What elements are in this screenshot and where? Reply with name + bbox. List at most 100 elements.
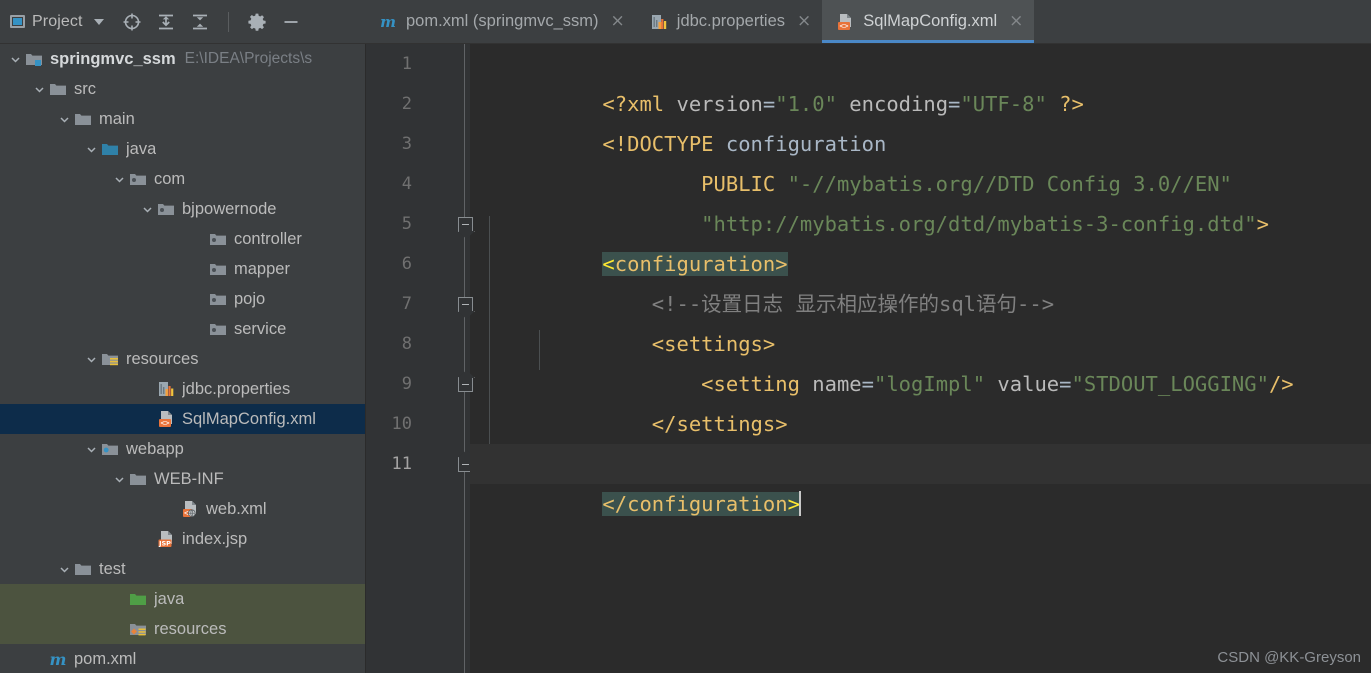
tree-row-label: WEB-INF xyxy=(154,469,224,488)
code-line-5[interactable]: <configuration> xyxy=(470,204,1371,276)
folder-icon xyxy=(128,469,148,489)
tree-row-webapp[interactable]: webapp xyxy=(0,434,365,464)
close-icon[interactable]: × xyxy=(797,13,811,30)
tree-row-label: java xyxy=(126,139,157,158)
tree-row-label: SqlMapConfig.xml xyxy=(182,409,316,428)
tree-row-pom-xml[interactable]: m pom.xml xyxy=(0,644,365,673)
tree-row-label: pojo xyxy=(234,289,266,308)
intention-bulb-icon[interactable] xyxy=(492,412,656,478)
folder-icon xyxy=(48,79,68,99)
chevron-down-icon[interactable] xyxy=(55,563,73,576)
folder-icon xyxy=(73,559,93,579)
chevron-down-icon[interactable] xyxy=(82,443,100,456)
minimize-icon[interactable] xyxy=(281,12,301,32)
tree-row-label: com xyxy=(154,169,186,188)
close-icon[interactable]: × xyxy=(1009,13,1023,30)
chevron-down-icon[interactable] xyxy=(138,203,156,216)
svg-text:<>: <> xyxy=(840,21,850,30)
chevron-down-icon[interactable] xyxy=(55,113,73,126)
tree-row-label: web.xml xyxy=(206,499,267,518)
chevron-down-icon[interactable] xyxy=(82,143,100,156)
code-line-8[interactable]: <setting name="logImpl" value="STDOUT_LO… xyxy=(470,324,1371,396)
main-area: springmvc_ssm E:\IDEA\Projects\s src mai… xyxy=(0,44,1371,673)
editor-gutter[interactable]: 1 2 3 4 5 6 7 8 9 10 11 xyxy=(366,44,473,673)
tree-row-bjpowernode[interactable]: bjpowernode xyxy=(0,194,365,224)
chevron-down-icon[interactable] xyxy=(110,473,128,486)
text-caret xyxy=(798,491,801,516)
chevron-down-icon[interactable] xyxy=(110,173,128,186)
tree-row-label: jdbc.properties xyxy=(182,379,291,398)
editor-tab-jdbc-properties[interactable]: jdbc.properties × xyxy=(636,0,822,43)
web-folder-icon xyxy=(100,439,120,459)
package-icon xyxy=(156,199,176,219)
code-line-6[interactable]: <!--设置日志 显示相应操作的sql语句--> xyxy=(470,244,1371,316)
tree-row-label: webapp xyxy=(126,439,184,458)
tree-row-java-test[interactable]: java xyxy=(0,584,365,614)
svg-text:<>: <> xyxy=(160,418,170,427)
close-icon[interactable]: × xyxy=(611,13,625,30)
maven-m-icon: m xyxy=(378,12,398,32)
gear-icon[interactable] xyxy=(247,12,267,32)
code-line-9[interactable]: </settings> xyxy=(470,364,1371,436)
tree-row-src[interactable]: src xyxy=(0,74,365,104)
tree-row-web-xml[interactable]: < web.xml xyxy=(0,494,365,524)
tree-row-index-jsp[interactable]: JSP index.jsp xyxy=(0,524,365,554)
tree-row-label: pom.xml xyxy=(74,649,137,668)
chevron-down-icon[interactable] xyxy=(82,353,100,366)
tree-row-jdbc-properties[interactable]: jdbc.properties xyxy=(0,374,365,404)
tree-row-label: index.jsp xyxy=(182,529,248,548)
project-window-icon xyxy=(10,15,25,28)
editor-tab-label: jdbc.properties xyxy=(676,12,786,30)
code-line-10[interactable] xyxy=(470,404,1371,478)
tree-row-main[interactable]: main xyxy=(0,104,365,134)
properties-icon xyxy=(156,379,176,399)
chevron-down-icon[interactable] xyxy=(6,53,24,66)
tree-row-springmvc-ssm[interactable]: springmvc_ssm E:\IDEA\Projects\s xyxy=(0,44,365,74)
expand-all-icon[interactable] xyxy=(156,12,176,32)
line-number: 8 xyxy=(401,334,412,354)
project-panel-title: Project xyxy=(32,12,83,30)
tree-row-resources-main[interactable]: resources xyxy=(0,344,365,374)
package-icon xyxy=(208,319,228,339)
line-number-current: 11 xyxy=(391,454,412,474)
tree-row-label: java xyxy=(154,589,185,608)
line-number: 9 xyxy=(401,374,412,394)
code-content[interactable]: <?xml version="1.0" encoding="UTF-8" ?> … xyxy=(470,44,1371,673)
code-line-7[interactable]: <settings> xyxy=(470,284,1371,356)
code-line-3[interactable]: PUBLIC "-//mybatis.org//DTD Config 3.0//… xyxy=(470,124,1371,196)
tree-row-test[interactable]: test xyxy=(0,554,365,584)
tree-row-web-inf[interactable]: WEB-INF xyxy=(0,464,365,494)
tree-row-label: mapper xyxy=(234,259,290,278)
svg-text:m: m xyxy=(380,13,396,31)
line-number: 10 xyxy=(391,414,412,434)
tree-row-java-main[interactable]: java xyxy=(0,134,365,164)
tree-row-label: resources xyxy=(154,619,227,638)
line-number: 2 xyxy=(401,94,412,114)
project-panel-title-group[interactable]: Project xyxy=(10,13,104,31)
code-line-11[interactable]: </configuration> xyxy=(470,444,1371,516)
code-line-2[interactable]: <!DOCTYPE configuration xyxy=(470,84,1371,156)
tree-row-label: bjpowernode xyxy=(182,199,277,218)
chevron-down-icon[interactable] xyxy=(93,18,104,25)
tree-row-sqlmapconfig-xml[interactable]: <> SqlMapConfig.xml xyxy=(0,404,365,434)
collapse-all-icon[interactable] xyxy=(190,12,210,32)
project-tree[interactable]: springmvc_ssm E:\IDEA\Projects\s src mai… xyxy=(0,44,366,673)
module-folder-icon xyxy=(24,49,44,69)
tree-row-resources-test[interactable]: resources xyxy=(0,614,365,644)
chevron-down-icon[interactable] xyxy=(30,83,48,96)
editor-tab-pom-xml[interactable]: m pom.xml (springmvc_ssm) × xyxy=(365,0,636,43)
code-line-4[interactable]: "http://mybatis.org/dtd/mybatis-3-config… xyxy=(470,164,1371,236)
editor-tab-sqlmapconfig-xml[interactable]: <> SqlMapConfig.xml × xyxy=(822,0,1035,43)
locate-target-icon[interactable] xyxy=(122,12,142,32)
code-editor[interactable]: 1 2 3 4 5 6 7 8 9 10 11 <?xml version="1… xyxy=(366,44,1371,673)
source-root-folder-icon xyxy=(100,139,120,159)
tree-row-controller[interactable]: controller xyxy=(0,224,365,254)
tree-row-mapper[interactable]: mapper xyxy=(0,254,365,284)
tree-row-pojo[interactable]: pojo xyxy=(0,284,365,314)
top-bar: Project m pom.xml (springmvc_ssm) × jdbc… xyxy=(0,0,1371,44)
tree-row-service[interactable]: service xyxy=(0,314,365,344)
tree-row-label: main xyxy=(99,109,135,128)
tree-row-com[interactable]: com xyxy=(0,164,365,194)
code-line-1[interactable]: <?xml version="1.0" encoding="UTF-8" ?> xyxy=(470,44,1371,116)
tree-row-label: controller xyxy=(234,229,302,248)
